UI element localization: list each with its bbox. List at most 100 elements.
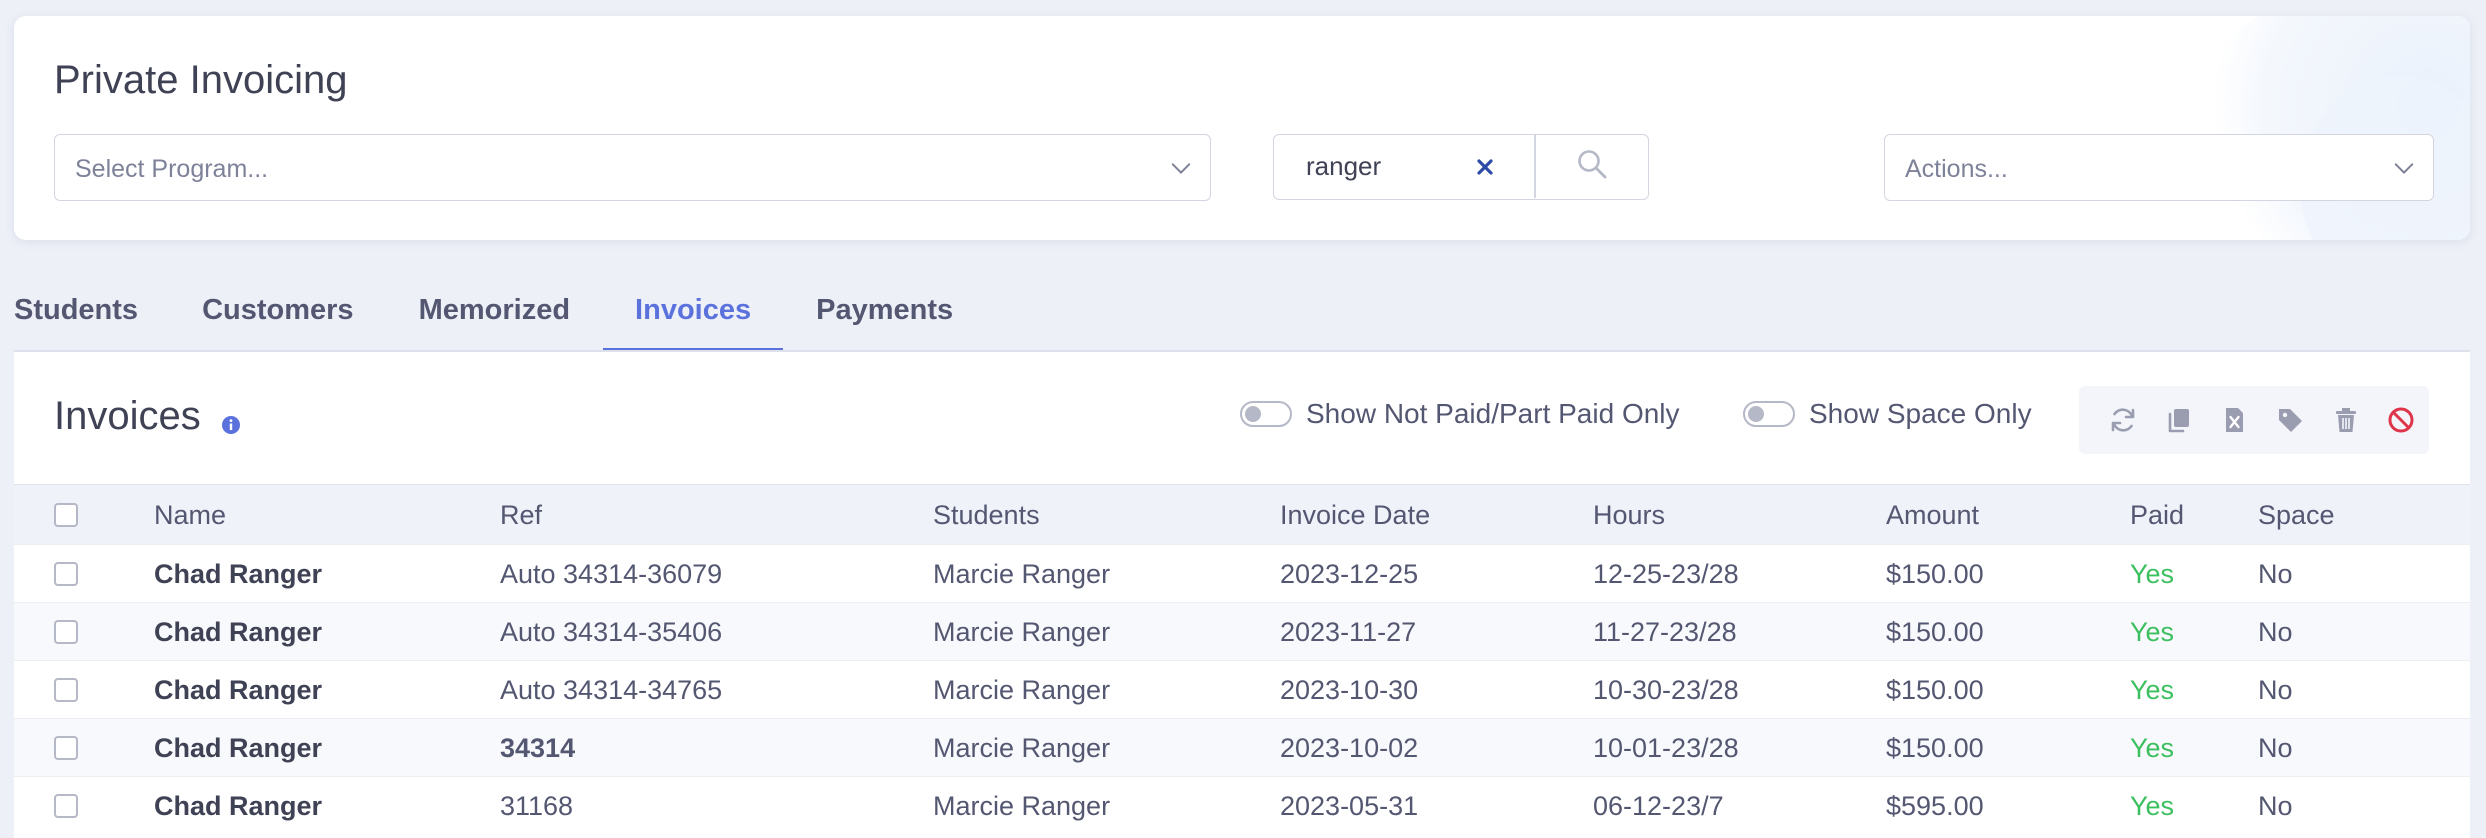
page-title: Private Invoicing (54, 58, 348, 102)
table-row[interactable]: Chad Ranger 34314 Marcie Ranger 2023-10-… (14, 718, 2470, 776)
row-space: No (2258, 559, 2293, 589)
excel-export-icon[interactable] (2206, 400, 2262, 440)
column-header-paid[interactable]: Paid (2130, 500, 2184, 531)
row-invoice-date: 2023-10-30 (1280, 675, 1419, 705)
invoices-table: Name Ref Students Invoice Date Hours Amo… (14, 484, 2470, 834)
program-select-placeholder: Select Program... (75, 155, 269, 183)
row-ref: 34314 (500, 733, 576, 763)
column-header-amount[interactable]: Amount (1886, 500, 1979, 531)
row-space: No (2258, 675, 2293, 705)
actions-select[interactable]: Actions... (1884, 134, 2434, 201)
row-students: Marcie Ranger (933, 559, 1111, 589)
row-amount: $150.00 (1886, 733, 1984, 763)
tab-payments[interactable]: Payments (816, 282, 953, 352)
row-students: Marcie Ranger (933, 733, 1111, 763)
not-paid-filter: Show Not Paid/Part Paid Only (1240, 398, 1680, 430)
tab-label: Payments (816, 294, 954, 326)
row-checkbox[interactable] (54, 794, 78, 818)
chevron-down-icon (1170, 157, 1192, 179)
row-amount: $150.00 (1886, 675, 1984, 705)
tab-label: Memorized (418, 294, 571, 326)
tab-memorized[interactable]: Memorized (419, 282, 570, 352)
table-row[interactable]: Chad Ranger 31168 Marcie Ranger 2023-05-… (14, 776, 2470, 834)
row-checkbox[interactable] (54, 620, 78, 644)
row-hours: 10-01-23/28 (1593, 733, 1739, 763)
header-card: Private Invoicing Select Program... Acti… (14, 16, 2470, 240)
row-students: Marcie Ranger (933, 617, 1111, 647)
row-ref: Auto 34314-34765 (500, 675, 723, 705)
row-paid: Yes (2130, 617, 2175, 647)
row-ref: 31168 (500, 791, 574, 821)
column-header-students[interactable]: Students (933, 500, 1040, 531)
toggle-knob (1748, 406, 1764, 422)
trash-icon[interactable] (2318, 400, 2374, 440)
ban-icon[interactable] (2373, 400, 2429, 440)
row-checkbox[interactable] (54, 678, 78, 702)
tag-icon[interactable] (2262, 400, 2318, 440)
chevron-down-icon (2393, 157, 2415, 179)
space-filter: Show Space Only (1743, 398, 2032, 430)
invoice-toolbar (2079, 386, 2429, 454)
row-hours: 12-25-23/28 (1593, 559, 1739, 589)
row-amount: $595.00 (1886, 791, 1984, 821)
table-row[interactable]: Chad Ranger Auto 34314-35406 Marcie Rang… (14, 602, 2470, 660)
row-name: Chad Ranger (154, 617, 323, 647)
row-paid: Yes (2130, 559, 2175, 589)
space-only-toggle-label: Show Space Only (1809, 398, 2032, 429)
search-icon (1576, 148, 1608, 185)
row-checkbox[interactable] (54, 562, 78, 586)
column-header-hours[interactable]: Hours (1593, 500, 1665, 531)
tab-label: Customers (202, 294, 354, 326)
not-paid-toggle[interactable] (1240, 401, 1292, 427)
not-paid-toggle-label: Show Not Paid/Part Paid Only (1306, 398, 1680, 429)
row-ref: Auto 34314-35406 (500, 617, 723, 647)
row-paid: Yes (2130, 733, 2175, 763)
search-group (1273, 134, 1649, 200)
tab-bar: Students Customers Memorized Invoices Pa… (14, 282, 953, 352)
row-invoice-date: 2023-05-31 (1280, 791, 1419, 821)
row-hours: 06-12-23/7 (1593, 791, 1724, 821)
table-row[interactable]: Chad Ranger Auto 34314-36079 Marcie Rang… (14, 544, 2470, 602)
search-button[interactable] (1536, 135, 1648, 198)
row-invoice-date: 2023-12-25 (1280, 559, 1419, 589)
select-all-checkbox[interactable] (54, 503, 78, 527)
row-amount: $150.00 (1886, 559, 1984, 589)
row-paid: Yes (2130, 791, 2175, 821)
actions-select-placeholder: Actions... (1905, 155, 2008, 183)
row-paid: Yes (2130, 675, 2175, 705)
tab-students[interactable]: Students (14, 282, 138, 352)
tab-customers[interactable]: Customers (202, 282, 354, 352)
toggle-knob (1245, 406, 1261, 422)
table-row[interactable]: Chad Ranger Auto 34314-34765 Marcie Rang… (14, 660, 2470, 718)
row-hours: 11-27-23/28 (1593, 617, 1737, 647)
row-space: No (2258, 791, 2293, 821)
space-only-toggle[interactable] (1743, 401, 1795, 427)
column-header-ref[interactable]: Ref (500, 500, 542, 531)
copy-icon[interactable] (2151, 400, 2207, 440)
row-invoice-date: 2023-10-02 (1280, 733, 1419, 763)
row-invoice-date: 2023-11-27 (1280, 617, 1417, 647)
refresh-icon[interactable] (2095, 400, 2151, 440)
row-hours: 10-30-23/28 (1593, 675, 1739, 705)
row-name: Chad Ranger (154, 675, 323, 705)
program-select[interactable]: Select Program... (54, 134, 1211, 201)
column-header-invoice-date[interactable]: Invoice Date (1280, 500, 1430, 531)
invoices-title: Invoices (54, 394, 201, 438)
row-students: Marcie Ranger (933, 791, 1111, 821)
row-name: Chad Ranger (154, 559, 323, 589)
table-header: Name Ref Students Invoice Date Hours Amo… (14, 484, 2470, 544)
row-amount: $150.00 (1886, 617, 1984, 647)
tab-invoices[interactable]: Invoices (603, 282, 784, 352)
row-name: Chad Ranger (154, 791, 323, 821)
row-space: No (2258, 733, 2293, 763)
info-icon[interactable] (221, 415, 241, 435)
column-header-space[interactable]: Space (2258, 500, 2335, 531)
row-ref: Auto 34314-36079 (500, 559, 723, 589)
row-students: Marcie Ranger (933, 675, 1111, 705)
clear-icon[interactable] (1472, 154, 1498, 180)
row-name: Chad Ranger (154, 733, 323, 763)
column-header-name[interactable]: Name (154, 500, 226, 531)
tab-label: Invoices (635, 294, 752, 326)
row-checkbox[interactable] (54, 736, 78, 760)
tab-label: Students (14, 294, 139, 326)
